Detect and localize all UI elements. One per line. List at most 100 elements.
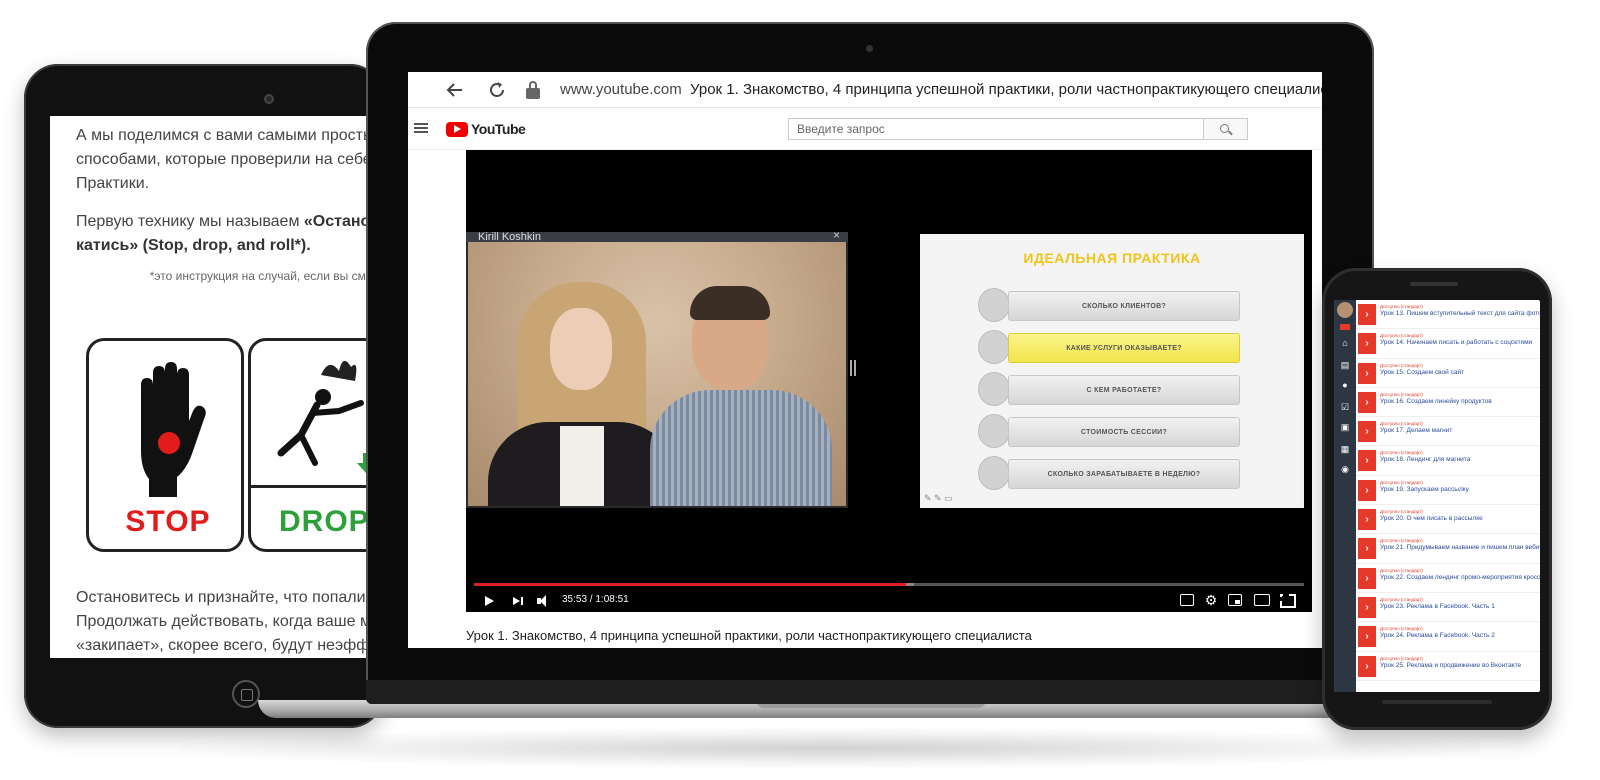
play-icon[interactable] <box>482 593 496 609</box>
search-button[interactable] <box>1204 118 1248 140</box>
chevron-right-icon: › <box>1358 626 1376 648</box>
lesson-list-item[interactable]: › Доступно (стандарт) Урок 14. Начинаем пи… <box>1356 329 1540 359</box>
drop-sign: DROP <box>248 338 380 552</box>
lesson-status: Доступно (стандарт) <box>1380 567 1423 573</box>
webcam-window-title-text: Kirill Koshkin <box>478 232 541 242</box>
slide-item-highlighted: КАКИЕ УСЛУГИ ОКАЗЫВАЕТЕ? <box>978 330 1242 364</box>
article-paragraph-2: Первую технику мы называем «Остановись, … <box>76 210 380 258</box>
youtube-logo[interactable]: YouTube <box>446 121 526 137</box>
users-icon[interactable]: ● <box>1340 380 1350 390</box>
tablet-camera <box>264 94 274 104</box>
avatar[interactable] <box>1337 302 1353 318</box>
laptop-chin <box>366 680 1374 704</box>
notification-icon[interactable] <box>1340 324 1350 330</box>
floor-shadow <box>180 728 1480 768</box>
presentation-slide: ИДЕАЛЬНАЯ ПРАКТИКА СКОЛЬКО КЛИЕНТОВ? КАК… <box>920 234 1304 508</box>
fullscreen-icon[interactable] <box>1278 592 1296 608</box>
chevron-right-icon: › <box>1358 450 1376 472</box>
video-player[interactable]: Kirill Koshkin × ИДЕАЛЬНАЯ ПРАКТИКА СКОЛ… <box>466 150 1312 612</box>
lesson-title[interactable]: Урок 24. Реклама в Facebook. Часть 2 <box>1380 632 1540 639</box>
lesson-title[interactable]: Урок 23. Реклама в Facebook. Часть 1 <box>1380 603 1540 610</box>
lesson-list-item[interactable]: › Доступно (стандарт) Урок 25. Реклама и п… <box>1356 652 1540 681</box>
next-icon[interactable] <box>512 593 526 609</box>
lesson-status: Доступно (стандарт) <box>1380 333 1423 339</box>
slide-title: ИДЕАЛЬНАЯ ПРАКТИКА <box>1023 250 1201 266</box>
back-arrow-icon[interactable] <box>444 79 466 101</box>
lesson-title[interactable]: Урок 15. Создаем свой сайт <box>1380 369 1540 376</box>
youtube-logo-text: YouTube <box>471 121 526 137</box>
article-paragraph-3: Остановитесь и признайте, что попали в л… <box>76 589 380 654</box>
theater-mode-icon[interactable] <box>1254 594 1270 606</box>
hamburger-menu-icon[interactable] <box>414 123 428 133</box>
tablet-screen: А мы поделимся с вами самыми простыми сп… <box>50 116 380 658</box>
message-icon[interactable]: ◉ <box>1340 464 1350 474</box>
lesson-title[interactable]: Урок 25. Реклама и продвижение во Вконта… <box>1380 662 1540 669</box>
slide-item: С КЕМ РАБОТАЕТЕ? <box>978 372 1242 406</box>
stop-drop-signs: STOP DROP <box>86 338 380 556</box>
article-paragraph-2-text: Первую технику мы называем <box>76 213 304 230</box>
lesson-title[interactable]: Урок 20. О чем писать в рассылке <box>1380 515 1540 522</box>
close-icon: × <box>832 232 840 242</box>
tablet-home-button[interactable] <box>232 680 260 708</box>
lesson-list-item[interactable]: › Доступно (стандарт) Урок 24. Реклама в F… <box>1356 622 1540 652</box>
lesson-title[interactable]: Урок 14. Начинаем писать и работать с со… <box>1380 339 1540 346</box>
home-icon[interactable]: ⌂ <box>1340 338 1350 348</box>
subtitles-icon[interactable] <box>1180 594 1194 606</box>
url-text[interactable]: www.youtube.com <box>560 81 682 98</box>
gear-icon[interactable]: ⚙ <box>1204 593 1218 607</box>
article: А мы поделимся с вами самыми простыми сп… <box>50 116 380 284</box>
lesson-title[interactable]: Урок 13. Пишем вступительный текст для с… <box>1380 310 1540 317</box>
reload-icon[interactable] <box>486 79 508 101</box>
webcam-window-title: Kirill Koshkin × <box>466 232 848 242</box>
lesson-title[interactable]: Урок 18. Лендинг для магнита <box>1380 456 1540 463</box>
video-title: Урок 1. Знакомство, 4 принципа успешной … <box>466 628 1032 643</box>
volume-icon[interactable] <box>536 593 552 609</box>
drop-sign-divider <box>251 485 380 488</box>
lesson-list-item[interactable]: › Доступно (стандарт) Урок 15. Создаем сво… <box>1356 359 1540 388</box>
lesson-list-item[interactable]: › Доступно (стандарт) Урок 20. О чем писат… <box>1356 505 1540 535</box>
search-input[interactable]: Введите запрос <box>788 118 1204 140</box>
chevron-right-icon: › <box>1358 479 1376 501</box>
laptop-device: www.youtube.com Урок 1. Знакомство, 4 пр… <box>366 22 1374 704</box>
falling-person-icon <box>277 360 375 473</box>
hand-stop-icon <box>141 362 206 497</box>
lesson-list-item[interactable]: › Доступно (стандарт) Урок 19. Запускаем р… <box>1356 476 1540 506</box>
image-icon[interactable]: ▦ <box>1340 444 1350 454</box>
lesson-list-item[interactable]: › Доступно (стандарт) Урок 16. Создаем лин… <box>1356 388 1540 418</box>
checkbox-icon[interactable]: ☑ <box>1340 402 1350 412</box>
chevron-right-icon: › <box>1358 333 1376 355</box>
lesson-status: Доступно (стандарт) <box>1380 626 1423 632</box>
lesson-status: Доступно (стандарт) <box>1380 655 1423 661</box>
lesson-status: Доступно (стандарт) <box>1380 538 1423 544</box>
lesson-title[interactable]: Урок 16. Создаем линейку продуктов <box>1380 398 1540 405</box>
lesson-title[interactable]: Урок 22. Создаем лендинг промо-мероприят… <box>1380 574 1540 581</box>
lesson-status: Доступно (стандарт) <box>1380 391 1423 397</box>
lesson-list-item[interactable]: › Доступно (стандарт) Урок 23. Реклама в F… <box>1356 593 1540 623</box>
search-icon <box>1220 124 1229 133</box>
lesson-status: Доступно (стандарт) <box>1380 421 1423 427</box>
lesson-list-item[interactable]: › Доступно (стандарт) Урок 17. Делаем магн… <box>1356 417 1540 447</box>
lesson-title[interactable]: Урок 19. Запускаем рассылку <box>1380 486 1540 493</box>
lesson-status: Доступно (стандарт) <box>1380 479 1423 485</box>
slide-item-label: СКОЛЬКО ЗАРАБАТЫВАЕТЕ В НЕДЕЛЮ? <box>1008 459 1240 489</box>
laptop-screen: www.youtube.com Урок 1. Знакомство, 4 пр… <box>408 72 1322 648</box>
document-icon[interactable]: ▤ <box>1340 360 1350 370</box>
chat-icon[interactable]: ▣ <box>1340 422 1350 432</box>
chevron-right-icon: › <box>1358 538 1376 560</box>
chevron-right-icon: › <box>1358 596 1376 618</box>
phone-device: ⌂ ▤ ● ☑ ▣ ▦ ◉ › Доступно (стандарт) Урок 1… <box>1322 268 1552 730</box>
video-progress-bar[interactable] <box>474 583 1304 586</box>
lesson-list-item[interactable]: › Доступно (стандарт) Урок 21. Придумываем… <box>1356 534 1540 564</box>
slide-item: СКОЛЬКО КЛИЕНТОВ? <box>978 288 1242 322</box>
phone-home-indicator <box>1382 700 1492 704</box>
lesson-status: Доступно (стандарт) <box>1380 304 1423 309</box>
chevron-right-icon: › <box>1358 362 1376 384</box>
lesson-list-item[interactable]: › Доступно (стандарт) Урок 18. Лендинг для… <box>1356 446 1540 476</box>
lesson-title[interactable]: Урок 17. Делаем магнит <box>1380 427 1540 434</box>
lesson-status: Доступно (стандарт) <box>1380 450 1423 456</box>
lesson-list-item[interactable]: › Доступно (стандарт) Урок 22. Создаем лен… <box>1356 564 1540 593</box>
slide-item-label: СТОИМОСТЬ СЕССИИ? <box>1008 417 1240 447</box>
miniplayer-icon[interactable] <box>1228 594 1242 606</box>
lesson-list-item[interactable]: › Доступно (стандарт) Урок 13. Пишем вступ… <box>1356 300 1540 330</box>
lesson-title[interactable]: Урок 21. Придумываем название и пишем пл… <box>1380 544 1540 551</box>
